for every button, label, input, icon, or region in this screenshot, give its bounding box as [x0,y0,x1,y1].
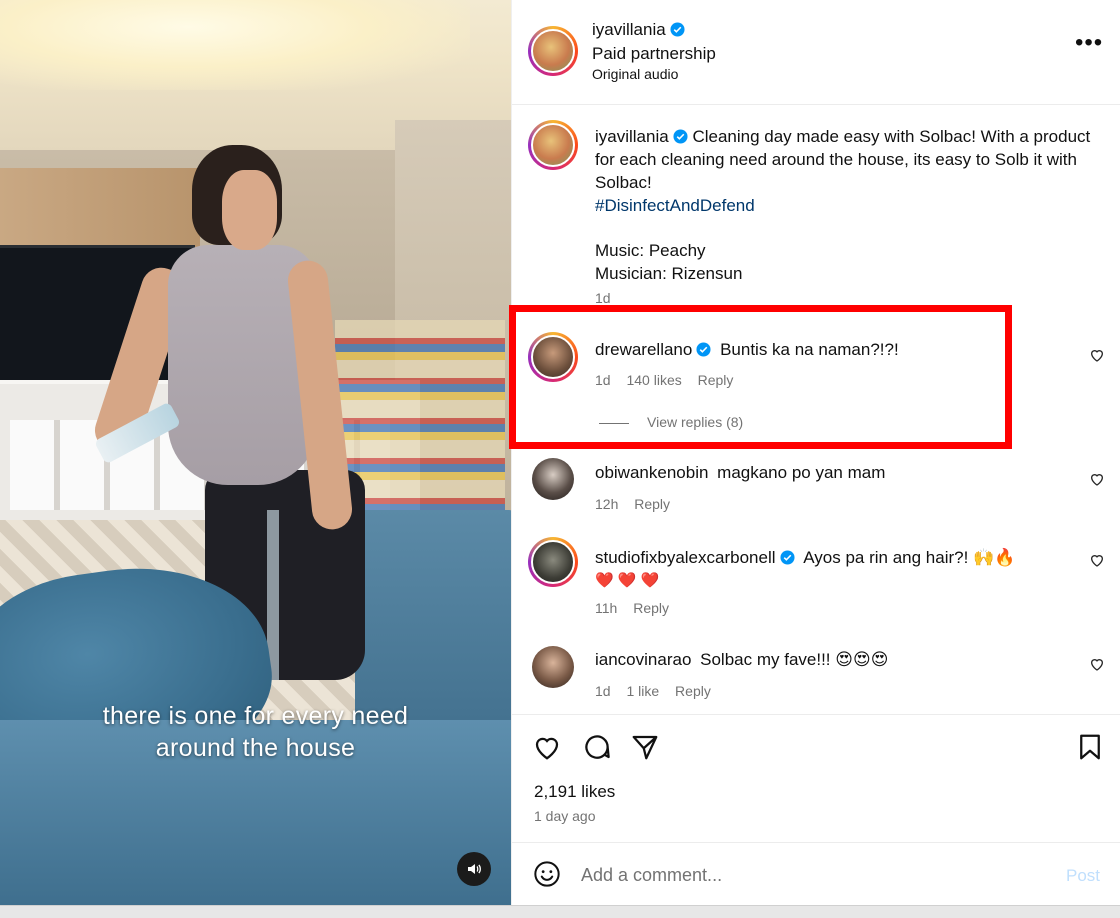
comment-meta: 12h Reply [595,496,682,512]
verified-badge-icon [673,129,688,144]
speaker-icon [468,864,481,874]
comment-like-icon[interactable] [1089,552,1105,568]
comment-input[interactable]: Add a comment... [581,865,722,886]
video-scene-light [0,0,470,90]
actions-divider [512,714,1120,715]
caption-music: Music: Peachy [595,241,706,260]
video-caption-line: there is one for every need [102,702,409,730]
mute-button[interactable] [457,852,491,886]
post-caption: iyavillania Cleaning day made easy with … [595,125,1095,285]
caption-hashtag[interactable]: #DisinfectAndDefend [595,194,1095,217]
comment-text: Buntis ka na naman?!?! [720,340,899,359]
comment-time[interactable]: 1d [595,372,611,388]
comment-username[interactable]: drewarellano [595,340,692,359]
comment-time[interactable]: 12h [595,496,618,512]
comment-item: drewarellano Buntis ka na naman?!?! [595,340,899,360]
comment-time[interactable]: 1d [595,683,611,699]
comment-item: obiwankenobin magkano po yan mam [595,463,885,483]
caption-text: Cleaning day made easy with Solbac! With… [595,127,1091,192]
emoji-icon[interactable] [533,860,561,888]
caption-musician: Musician: Rizensun [595,264,743,283]
add-comment-bar: Add a comment... Post [512,842,1120,905]
comment-reply-button[interactable]: Reply [633,600,669,616]
more-icon: ••• [1075,29,1104,56]
comment-text: Ayos pa rin ang hair?! 🙌🔥 [803,548,1016,567]
comment-item: studiofixbyalexcarbonell Ayos pa rin ang… [595,546,1075,592]
video-scene-person-face [222,170,277,250]
post-comment-button[interactable]: Post [1066,866,1100,886]
view-replies-button[interactable]: View replies (8) [599,414,743,430]
more-options-button[interactable]: ••• [1075,31,1103,55]
verified-badge-icon [696,342,711,357]
likes-count[interactable]: 2,191 likes [534,782,615,802]
comment-meta: 1d 140 likes Reply [595,372,745,388]
view-replies-line [599,422,629,424]
comment-likes[interactable]: 1 like [626,683,659,699]
comment-meta: 11h Reply [595,600,681,616]
comment-username[interactable]: iancovinarao [595,650,691,669]
comment-avatar[interactable] [528,332,578,382]
caption-time[interactable]: 1d [595,290,611,306]
comment-time[interactable]: 11h [595,600,617,616]
post-author[interactable]: iyavillania [592,20,685,40]
verified-badge-icon [670,22,685,37]
share-icon[interactable] [630,732,660,762]
caption-author-avatar[interactable] [528,120,578,170]
post-date: 1 day ago [534,808,596,824]
author-avatar[interactable] [528,26,578,76]
view-replies-label: View replies (8) [647,414,744,430]
comment-reply-button[interactable]: Reply [675,683,711,699]
video-caption-line: around the house [155,734,356,762]
comment-like-icon[interactable] [1089,471,1105,487]
taskbar [0,905,1120,918]
paid-partnership-label[interactable]: Paid partnership [592,44,716,64]
comment-text-hearts: ❤️ ❤️ ❤️ [595,572,660,589]
post-author-name[interactable]: iyavillania [592,20,666,39]
comment-item: iancovinarao Solbac my fave!!! 😍😍😍 [595,650,888,670]
comment-text: magkano po yan mam [717,463,886,482]
comment-likes[interactable]: 140 likes [626,372,681,388]
post-panel: iyavillania Paid partnership Original au… [509,0,1120,905]
video-caption: there is one for every need around the h… [0,700,511,764]
comment-icon[interactable] [582,732,612,762]
comment-reply-button[interactable]: Reply [634,496,670,512]
comment-avatar[interactable] [528,537,578,587]
verified-badge-icon [779,550,795,565]
comment-username[interactable]: studiofixbyalexcarbonell [595,548,776,567]
comment-like-icon[interactable] [1089,656,1105,672]
comment-reply-button[interactable]: Reply [698,372,734,388]
caption-author-name[interactable]: iyavillania [595,127,669,146]
video-player[interactable]: there is one for every need around the h… [0,0,511,905]
highlight-box [509,305,1012,449]
audio-link[interactable]: Original audio [592,66,678,82]
comment-meta: 1d 1 like Reply [595,683,723,699]
action-bar [512,728,1120,768]
comment-text: Solbac my fave!!! 😍😍😍 [700,650,889,669]
save-icon[interactable] [1075,732,1105,762]
comment-username[interactable]: obiwankenobin [595,463,708,482]
comment-avatar[interactable] [532,458,574,500]
video-scene-wall [0,168,200,248]
comment-avatar[interactable] [532,646,574,688]
header-divider [512,104,1120,105]
like-icon[interactable] [532,732,562,762]
comment-like-icon[interactable] [1089,347,1105,363]
